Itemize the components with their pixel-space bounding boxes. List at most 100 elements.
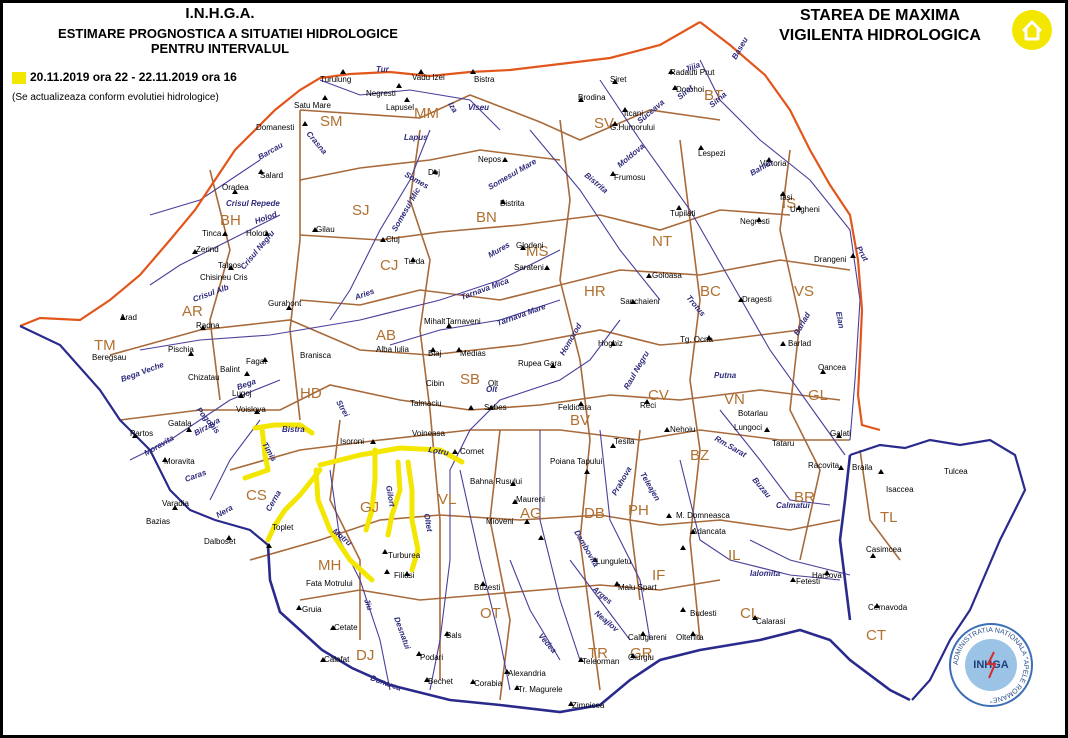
county-code: MH (318, 557, 341, 574)
river-label: Strei (334, 399, 351, 420)
station-label: G.Humorului (610, 123, 655, 132)
county-code: AB (376, 327, 396, 344)
river-label: Tur (376, 65, 390, 74)
river-label: Somesul Mic (390, 186, 423, 233)
river-label: Bistra (282, 425, 305, 434)
station-label: Fagat (246, 357, 267, 366)
station-label: Sanchaieni (620, 297, 660, 306)
eastern-border-prut (699, 21, 881, 432)
station-label: Salard (260, 171, 283, 180)
station-label: Glodeni (516, 241, 544, 250)
county-code: BN (476, 209, 497, 226)
station-label: Isoroni (340, 437, 364, 446)
river-label: Cerna (264, 488, 283, 513)
station-label: Moravita (164, 457, 195, 466)
station-label: Tr. Magurele (518, 685, 563, 694)
station-label: Botarlau (738, 409, 768, 418)
county-code: IL (728, 547, 741, 564)
county-code: IF (652, 567, 665, 584)
river-label: Tarnava Mare (496, 302, 548, 328)
station-label: Zimnicea (572, 701, 605, 710)
river-label: Lapus (404, 133, 428, 142)
station-label: Fetesti (796, 577, 820, 586)
station-label: Oradea (222, 183, 249, 192)
station-label: Giurgiu (628, 653, 654, 662)
interval-text: 20.11.2019 ora 22 - 22.11.2019 ora 16 (30, 70, 237, 84)
river-label: Holod (254, 209, 279, 226)
river-label: Lotru (428, 445, 450, 457)
county-code: TL (880, 509, 898, 526)
river-label: Calmatui (776, 501, 811, 510)
county-code: CJ (380, 257, 398, 274)
station-label: Blaj (428, 349, 442, 358)
station-label: Lapusel (386, 103, 414, 112)
county-code: VL (438, 491, 456, 508)
station-label: Dalboset (204, 537, 236, 546)
station-label: Podari (420, 653, 443, 662)
county-code: MM (414, 105, 439, 122)
station-label: Cernavoda (868, 603, 908, 612)
station-label: Negresti (740, 217, 770, 226)
station-label: Alba Iulia (376, 345, 409, 354)
station-label: Tg. Ocna (680, 335, 713, 344)
station-label: Oancea (818, 363, 847, 372)
station-label: Vadu Izei (412, 73, 445, 82)
station-label: Corabia (474, 679, 503, 688)
status-line-2: VIGILENTA HIDROLOGICA (779, 27, 981, 44)
station-label: Siret (610, 75, 627, 84)
station-label: Isaccea (886, 485, 914, 494)
station-label: Gruia (302, 605, 322, 614)
river-label: Raul Negru (622, 349, 651, 391)
station-label: Calarasi (756, 617, 786, 626)
river-label: Putna (714, 371, 737, 380)
station-label: Teleorman (582, 657, 619, 666)
home-button[interactable] (1012, 10, 1052, 50)
station-label: Tataru (772, 439, 794, 448)
river-label: Dunarea (369, 673, 403, 693)
station-label: Poiana Tapului (550, 457, 603, 466)
station-label: Brodina (578, 93, 606, 102)
station-label: Tarnaveni (446, 317, 481, 326)
station-label: Racovita (808, 461, 840, 470)
yellow-warning-swatch (12, 71, 26, 84)
station-label: Talmaciu (410, 399, 442, 408)
river-label: Moldova (616, 141, 647, 169)
station-label: Bahna Rusului (470, 477, 522, 486)
county-code: BZ (690, 447, 709, 464)
station-label: Tinca (202, 229, 222, 238)
interval-legend: 20.11.2019 ora 22 - 22.11.2019 ora 16 (12, 70, 237, 84)
river-label: Crisul Alb (192, 283, 230, 304)
station-label: Voineasa (412, 429, 445, 438)
county-code: AG (520, 505, 542, 522)
station-label: Lunguletu (596, 557, 631, 566)
county-code: HD (300, 385, 322, 402)
river-label: Viseu (468, 103, 489, 112)
river-label: Ialomita (750, 569, 781, 578)
river-label: Bega Veche (120, 360, 166, 384)
station-label: Beregsau (92, 353, 126, 362)
station-label: Toplet (272, 523, 294, 532)
station-label: Fata Motrului (306, 579, 353, 588)
river-label: Prahova (610, 465, 634, 497)
county-code: TM (94, 337, 116, 354)
station-label: Barlad (788, 339, 811, 348)
station-label: Adancata (692, 527, 726, 536)
county-code: HR (584, 283, 606, 300)
home-icon (1021, 20, 1043, 41)
romania-map: SM MM BT SV SJ BN BH CJ MS NT IS HR BC V… (19, 21, 1027, 714)
station-label: Chisineu Cris (200, 273, 248, 282)
station-label: Varadia (162, 499, 190, 508)
river-label: Gilort (384, 485, 397, 508)
station-label: Negresti (366, 89, 396, 98)
interval-title: PENTRU INTERVALUL (150, 41, 290, 56)
status-line-1: STAREA DE MAXIMA (800, 7, 960, 24)
status-title: STAREA DE MAXIMA VIGILENTA HIDROLOGICA (760, 6, 1000, 46)
river-label: Jiu (362, 598, 374, 612)
station-label: Chizatau (188, 373, 220, 382)
river-label: Aries (353, 286, 376, 302)
station-label: Galati (830, 429, 851, 438)
station-label: Maureni (516, 495, 545, 504)
river-label: Caras (184, 468, 208, 484)
station-label: Branisca (300, 351, 332, 360)
station-label: Malu Spart (618, 583, 657, 592)
